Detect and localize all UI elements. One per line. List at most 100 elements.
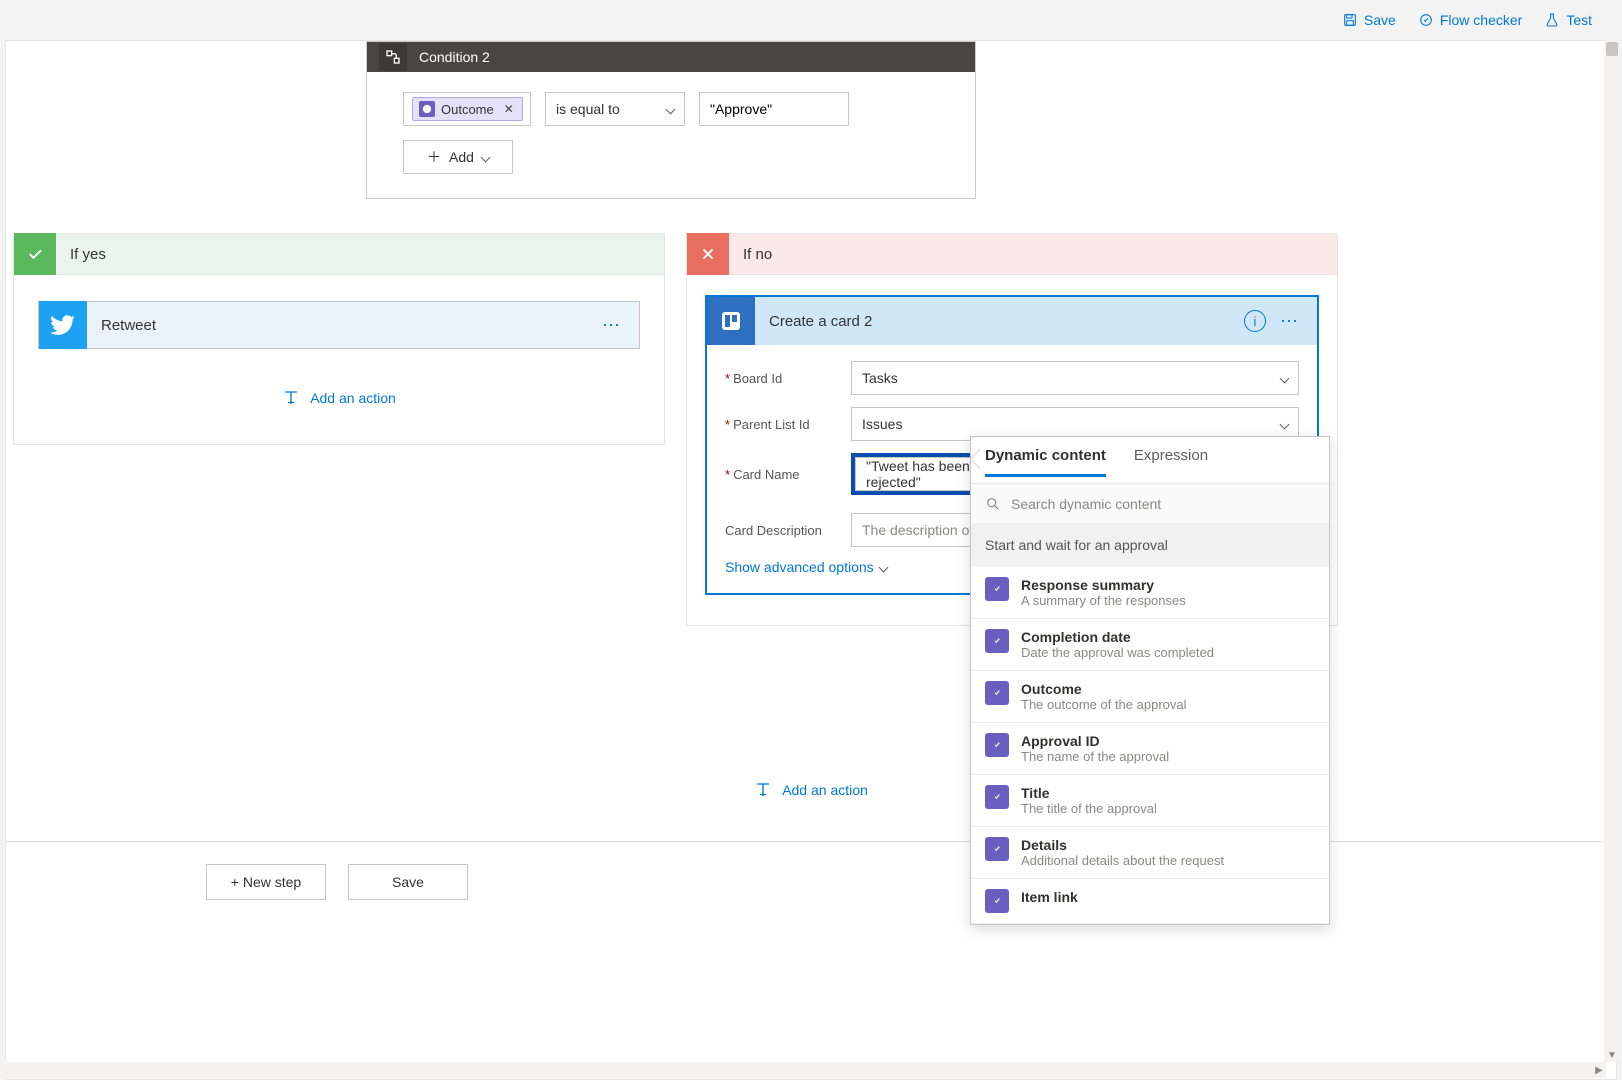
save-button[interactable]: Save xyxy=(1342,12,1396,28)
approval-icon xyxy=(985,681,1009,705)
bottom-save-button[interactable]: Save xyxy=(348,864,468,900)
dynamic-item-title: Outcome xyxy=(1021,681,1187,697)
add-label: Add xyxy=(449,149,474,165)
new-step-button[interactable]: + New step xyxy=(206,864,326,900)
if-yes-branch: If yes Retweet ⋯ Add an action xyxy=(13,233,665,445)
test-label: Test xyxy=(1566,12,1592,28)
dynamic-item[interactable]: TitleThe title of the approval xyxy=(971,775,1329,827)
dynamic-item[interactable]: Completion dateDate the approval was com… xyxy=(971,619,1329,671)
condition-left-operand[interactable]: Outcome ✕ xyxy=(403,92,531,126)
dynamic-item-title: Approval ID xyxy=(1021,733,1169,749)
create-card-header[interactable]: Create a card 2 i ⋯ xyxy=(707,297,1317,345)
condition-value-text: "Approve" xyxy=(710,101,772,117)
add-action-label: Add an action xyxy=(310,390,396,406)
approval-icon xyxy=(419,101,435,117)
dynamic-item-desc: Additional details about the request xyxy=(1021,853,1224,868)
add-action-icon xyxy=(754,781,772,799)
condition-value-input[interactable]: "Approve" xyxy=(699,92,849,126)
dynamic-item-title: Completion date xyxy=(1021,629,1214,645)
tab-expression[interactable]: Expression xyxy=(1134,447,1208,477)
scroll-right-arrow-icon[interactable]: ▶ xyxy=(1592,1062,1606,1078)
dynamic-items-list: Response summaryA summary of the respons… xyxy=(971,567,1329,924)
advanced-label: Show advanced options xyxy=(725,559,874,575)
flow-checker-label: Flow checker xyxy=(1440,12,1522,28)
condition-title: Condition 2 xyxy=(419,49,490,65)
chevron-down-icon xyxy=(481,152,491,162)
outer-add-action-container: Add an action xyxy=(6,781,1616,799)
chevron-down-icon xyxy=(1280,373,1290,383)
flow-canvas: Condition 2 Outcome ✕ is equal to "Appro… xyxy=(5,40,1617,1080)
flow-checker-button[interactable]: Flow checker xyxy=(1418,12,1522,28)
chevron-down-icon xyxy=(1280,419,1290,429)
scroll-down-arrow-icon[interactable]: ▼ xyxy=(1604,1048,1620,1062)
vertical-scrollbar[interactable]: ▲ ▼ xyxy=(1604,40,1620,1062)
approval-icon xyxy=(985,889,1009,913)
test-icon xyxy=(1544,12,1560,28)
approval-icon xyxy=(985,577,1009,601)
top-toolbar: Save Flow checker Test xyxy=(0,0,1622,40)
create-card-title: Create a card 2 xyxy=(769,313,1244,330)
dynamic-search-input[interactable]: Search dynamic content xyxy=(971,483,1329,523)
add-action-icon xyxy=(282,389,300,407)
dynamic-item-desc: The name of the approval xyxy=(1021,749,1169,764)
close-icon xyxy=(687,233,729,275)
save-icon xyxy=(1342,12,1358,28)
token-label: Outcome xyxy=(441,102,494,117)
dynamic-item[interactable]: Item link xyxy=(971,879,1329,924)
retweet-more-icon[interactable]: ⋯ xyxy=(596,315,627,336)
if-yes-add-action[interactable]: Add an action xyxy=(38,389,640,407)
dynamic-item-title: Title xyxy=(1021,785,1157,801)
check-icon xyxy=(14,233,56,275)
card-name-label: *Card Name xyxy=(725,467,851,482)
approval-icon xyxy=(985,629,1009,653)
dynamic-item-title: Details xyxy=(1021,837,1224,853)
dynamic-item[interactable]: Response summaryA summary of the respons… xyxy=(971,567,1329,619)
twitter-icon xyxy=(39,301,87,349)
dynamic-search-placeholder: Search dynamic content xyxy=(1011,496,1161,512)
board-id-row: *Board Id Tasks xyxy=(725,361,1299,395)
parent-list-id-label: *Parent List Id xyxy=(725,417,851,432)
dynamic-section-header: Start and wait for an approval xyxy=(971,523,1329,567)
condition-add-button[interactable]: ＋ Add xyxy=(403,140,513,174)
test-button[interactable]: Test xyxy=(1544,12,1592,28)
tab-dynamic-content[interactable]: Dynamic content xyxy=(985,447,1106,477)
approval-icon xyxy=(985,785,1009,809)
chevron-down-icon xyxy=(666,104,676,114)
dynamic-item-desc: The title of the approval xyxy=(1021,801,1157,816)
dynamic-item[interactable]: DetailsAdditional details about the requ… xyxy=(971,827,1329,879)
chevron-down-icon xyxy=(878,562,888,572)
trello-icon xyxy=(707,297,755,345)
if-yes-header[interactable]: If yes xyxy=(13,233,665,275)
create-card-more-icon[interactable]: ⋯ xyxy=(1266,311,1305,332)
search-icon xyxy=(985,496,1001,512)
outcome-token[interactable]: Outcome ✕ xyxy=(412,97,523,121)
scroll-thumb[interactable] xyxy=(1606,42,1618,56)
condition-body: Outcome ✕ is equal to "Approve" ＋ Add xyxy=(367,72,975,198)
dynamic-item-title: Item link xyxy=(1021,889,1078,905)
condition-header[interactable]: Condition 2 xyxy=(367,42,975,72)
token-remove-icon[interactable]: ✕ xyxy=(504,102,514,116)
condition-row: Outcome ✕ is equal to "Approve" xyxy=(403,92,939,126)
outer-add-action[interactable]: Add an action xyxy=(754,781,868,799)
operator-label: is equal to xyxy=(556,101,620,117)
dynamic-item-title: Response summary xyxy=(1021,577,1186,593)
if-no-header[interactable]: If no xyxy=(686,233,1338,275)
save-label: Save xyxy=(1364,12,1396,28)
dynamic-item-desc: A summary of the responses xyxy=(1021,593,1186,608)
board-id-select[interactable]: Tasks xyxy=(851,361,1299,395)
flow-checker-icon xyxy=(1418,12,1434,28)
dynamic-tabs: Dynamic content Expression xyxy=(971,437,1329,477)
dynamic-item[interactable]: OutcomeThe outcome of the approval xyxy=(971,671,1329,723)
horizontal-scrollbar[interactable]: ▶ xyxy=(0,1062,1606,1078)
if-no-title: If no xyxy=(743,246,772,263)
info-icon[interactable]: i xyxy=(1244,310,1266,332)
dynamic-item-desc: The outcome of the approval xyxy=(1021,697,1187,712)
dynamic-item[interactable]: Approval IDThe name of the approval xyxy=(971,723,1329,775)
card-description-label: Card Description xyxy=(725,523,851,538)
board-id-label: *Board Id xyxy=(725,371,851,386)
condition-card[interactable]: Condition 2 Outcome ✕ is equal to "Appro… xyxy=(366,41,976,199)
if-yes-title: If yes xyxy=(70,246,106,263)
retweet-action-card[interactable]: Retweet ⋯ xyxy=(38,301,640,349)
dynamic-item-desc: Date the approval was completed xyxy=(1021,645,1214,660)
condition-operator-select[interactable]: is equal to xyxy=(545,92,685,126)
